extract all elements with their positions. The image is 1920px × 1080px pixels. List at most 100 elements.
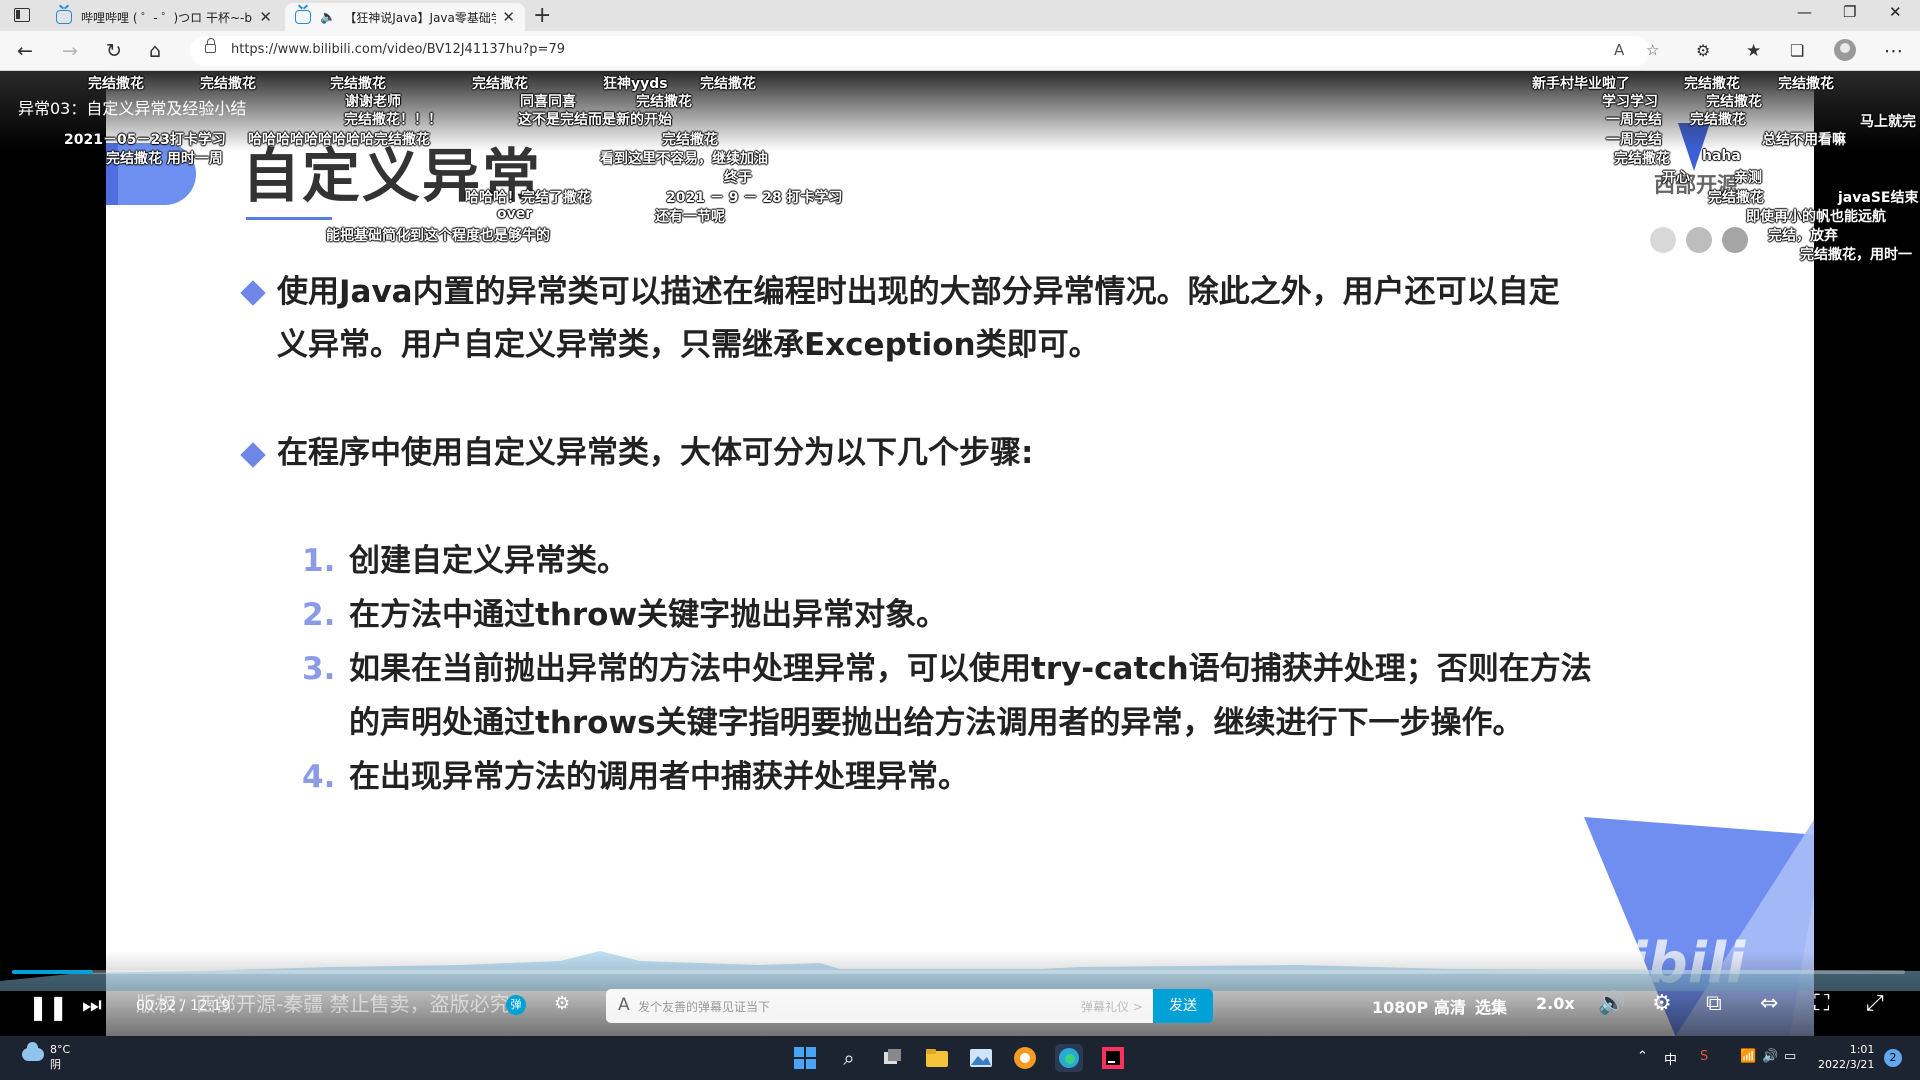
new-tab-button[interactable]: +: [533, 3, 551, 28]
danmaku-comment: 完结撒花: [200, 76, 256, 92]
danmaku-comment: 总结不用看嘛: [1762, 132, 1846, 148]
edge-browser-icon[interactable]: [1055, 1044, 1083, 1072]
danmaku-settings-icon[interactable]: ⚙: [554, 993, 570, 1014]
url-text[interactable]: https://www.bilibili.com/video/BV12J4113…: [231, 42, 565, 57]
favorites-icon[interactable]: ★: [1746, 39, 1761, 63]
wifi-icon[interactable]: 📶: [1740, 1049, 1756, 1064]
danmaku-input-box[interactable]: A 发个友善的弹幕见证当下 弹幕礼仪 >: [606, 989, 1153, 1023]
danmaku-input[interactable]: 发个友善的弹幕见证当下: [638, 998, 770, 1015]
close-icon[interactable]: ✕: [502, 8, 515, 26]
task-view-icon[interactable]: [879, 1044, 907, 1072]
read-aloud-icon[interactable]: A: [1614, 41, 1624, 59]
danmaku-comment: 能把基础简化到这个程度也是够牛的: [326, 228, 550, 244]
danmaku-comment: 完结撒花: [1708, 190, 1764, 206]
cloud-icon[interactable]: [22, 1042, 44, 1061]
tab-title: 【狂神说Java】Java零基础学习视频: [344, 10, 496, 25]
tab-actions-icon[interactable]: [14, 8, 30, 22]
danmaku-style-icon[interactable]: A: [618, 995, 630, 1015]
ime-indicator[interactable]: 中: [1664, 1049, 1677, 1068]
lock-icon[interactable]: [205, 38, 216, 53]
step-number: 4.: [302, 759, 336, 795]
sogou-ime-icon[interactable]: S: [1700, 1049, 1708, 1064]
pause-icon[interactable]: ❚❚: [28, 993, 68, 1021]
settings-icon[interactable]: ⚙: [1652, 991, 1672, 1016]
battery-icon[interactable]: ▭: [1784, 1049, 1796, 1064]
danmaku-comment: 完结撒花！！！: [344, 112, 442, 128]
notification-badge[interactable]: 2: [1884, 1049, 1902, 1067]
clock[interactable]: 1:01 2022/3/21: [1818, 1042, 1874, 1072]
danmaku-etiquette-link[interactable]: 弹幕礼仪 >: [1081, 998, 1143, 1015]
tab-video[interactable]: 🔈 【狂神说Java】Java零基础学习视频 ✕: [285, 3, 525, 31]
danmaku-comment: 狂神yyds: [603, 76, 668, 92]
more-options-icon[interactable]: ⋯: [1884, 39, 1903, 63]
bullet-diamond-icon: [240, 280, 266, 306]
volume-icon[interactable]: 🔊: [1598, 991, 1625, 1016]
danmaku-comment: haha: [1702, 148, 1741, 164]
tray-overflow-icon[interactable]: ⌃: [1637, 1049, 1648, 1064]
slide-dot: [1686, 227, 1712, 253]
danmaku-comment: 新手村毕业啦了: [1532, 76, 1630, 92]
danmaku-comment: 完结撒花: [662, 132, 718, 148]
weather-widget[interactable]: 8°C 阴: [50, 1042, 70, 1072]
danmaku-comment: 同喜同喜: [520, 94, 576, 110]
danmaku-comment: 哈哈哈哈哈哈哈哈哈完结撒花: [248, 132, 430, 148]
widescreen-icon[interactable]: ⇔: [1760, 991, 1778, 1016]
search-icon[interactable]: ⌕: [835, 1044, 863, 1072]
close-window-button[interactable]: ✕: [1889, 3, 1902, 21]
danmaku-comment: 亲测: [1734, 170, 1762, 186]
fullscreen-icon[interactable]: ⤢: [1866, 991, 1884, 1016]
episodes-button[interactable]: 选集: [1475, 994, 1507, 1018]
bilibili-favicon-icon: [295, 10, 311, 24]
danmaku-comment: 完结撒花: [1690, 112, 1746, 128]
profile-avatar[interactable]: [1834, 39, 1856, 61]
tab-bilibili-home[interactable]: 哔哩哔哩 ( ゜- ゜)つロ 干杯~-bilibili ✕: [46, 3, 282, 31]
speed-selector[interactable]: 2.0x: [1536, 994, 1575, 1013]
tab-strip: 哔哩哔哩 ( ゜- ゜)つロ 干杯~-bilibili ✕ 🔈 【狂神说Java…: [0, 0, 1920, 31]
danmaku-comment: 2021－05－23打卡学习: [64, 132, 226, 148]
danmaku-comment: 即使再小的帆也能远航: [1746, 209, 1886, 225]
weather-condition: 阴: [50, 1058, 61, 1071]
send-danmaku-button[interactable]: 发送: [1153, 989, 1213, 1023]
clock-time: 1:01: [1849, 1043, 1875, 1056]
media-player-icon[interactable]: [1011, 1044, 1039, 1072]
minimize-button[interactable]: —: [1797, 3, 1812, 21]
danmaku-comment: 看到这里不容易，继续加油: [600, 151, 768, 167]
step-text: 如果在当前抛出异常的方法中处理异常，可以使用try-catch语句捕获并处理；否…: [349, 651, 1592, 687]
video-frame-slide: 自定义异常 西部开源 使用Java内置的异常类可以描述在编程时出现的大部分异常情…: [106, 71, 1814, 1036]
windows-start-icon[interactable]: [791, 1044, 819, 1072]
quality-selector[interactable]: 1080P 高清: [1372, 994, 1466, 1018]
danmaku-toggle-button[interactable]: 弹: [506, 995, 526, 1015]
danmaku-comment: 完结撒花，用时一: [1800, 247, 1912, 263]
extensions-icon[interactable]: ⚙: [1696, 39, 1710, 63]
refresh-button[interactable]: ↻: [106, 39, 122, 63]
address-bar[interactable]: https://www.bilibili.com/video/BV12J4113…: [190, 36, 1659, 66]
progress-bar[interactable]: [12, 970, 1905, 974]
intellij-idea-icon[interactable]: [1099, 1044, 1127, 1072]
forward-button[interactable]: →: [62, 39, 78, 63]
speaker-icon[interactable]: 🔈: [320, 10, 336, 25]
photos-icon[interactable]: [967, 1044, 995, 1072]
speaker-icon[interactable]: 🔊: [1762, 1049, 1778, 1064]
restore-button[interactable]: ❐: [1843, 3, 1856, 21]
navigation-bar: ← → ↻ ⌂ https://www.bilibili.com/video/B…: [0, 31, 1920, 71]
clock-date: 2022/3/21: [1818, 1058, 1875, 1071]
danmaku-comment: 完结撒花: [472, 76, 528, 92]
step-number: 2.: [302, 597, 336, 633]
collections-icon[interactable]: ❏: [1790, 39, 1804, 63]
step-number: 3.: [302, 651, 336, 687]
danmaku-comment: 谢谢老师: [345, 94, 401, 110]
step-text: 在方法中通过throw关键字抛出异常对象。: [349, 597, 948, 633]
bullet-text: 在程序中使用自定义异常类，大体可分为以下几个步骤:: [277, 435, 1034, 471]
video-player[interactable]: 自定义异常 西部开源 使用Java内置的异常类可以描述在编程时出现的大部分异常情…: [0, 71, 1920, 1036]
web-fullscreen-icon[interactable]: ⛶: [1814, 991, 1829, 1016]
home-button[interactable]: ⌂: [149, 39, 161, 63]
next-icon[interactable]: ⏭: [82, 993, 102, 1018]
danmaku-comment: 完结撒花: [330, 76, 386, 92]
picture-in-picture-icon[interactable]: ⧉: [1706, 991, 1722, 1016]
add-favorite-icon[interactable]: ☆: [1646, 41, 1659, 59]
step-text: 创建自定义异常类。: [349, 543, 628, 579]
slide-dot: [1722, 227, 1748, 253]
close-icon[interactable]: ✕: [259, 8, 272, 26]
file-explorer-icon[interactable]: [923, 1044, 951, 1072]
back-button[interactable]: ←: [17, 39, 33, 63]
